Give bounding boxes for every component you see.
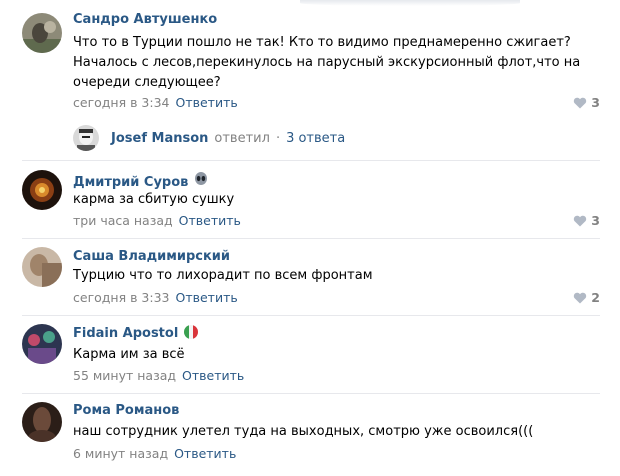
author-name[interactable]: Сандро Автушенко: [73, 12, 217, 27]
reply-author-name[interactable]: Josef Manson: [111, 131, 208, 146]
divider: [22, 238, 600, 239]
italy-flag-icon: [184, 325, 199, 339]
separator-dot: ·: [275, 130, 281, 146]
comment-text-line: наш сотрудник улетел туда на выходных, с…: [73, 424, 534, 439]
comment-text-line: Карма им за всё: [73, 347, 185, 362]
comment-text-line: карма за сбитую сушку: [73, 192, 235, 207]
author-link[interactable]: Fidain Apostol: [73, 326, 178, 341]
comment-meta: 6 минут назад Ответить: [73, 446, 236, 461]
comment-meta: сегодня в 3:33 Ответить: [73, 290, 238, 305]
heart-icon: [574, 97, 587, 108]
heart-icon: [574, 292, 587, 303]
reply-avatar[interactable]: [73, 125, 99, 151]
reply-verb: ответил: [214, 130, 270, 146]
reply-button[interactable]: Ответить: [174, 446, 236, 461]
avatar[interactable]: [22, 13, 62, 53]
like-button[interactable]: 3: [573, 95, 600, 110]
comment-text-line: очереди следующее?: [73, 75, 221, 90]
avatar[interactable]: [22, 402, 62, 442]
comment-meta: сегодня в 3:34 Ответить: [73, 95, 238, 110]
author-link[interactable]: Дмитрий Суров: [73, 175, 188, 190]
replies-count-link[interactable]: 3 ответа: [286, 131, 345, 146]
avatar[interactable]: [22, 170, 62, 210]
like-count: 3: [591, 213, 600, 228]
comment-time[interactable]: 55 минут назад: [73, 368, 176, 383]
like-button[interactable]: 2: [573, 290, 600, 305]
author-name[interactable]: Саша Владимирский: [73, 249, 230, 264]
reply-button[interactable]: Ответить: [182, 368, 244, 383]
heart-icon: [574, 215, 587, 226]
reply-button[interactable]: Ответить: [176, 290, 238, 305]
comment-meta: 55 минут назад Ответить: [73, 368, 244, 383]
replies-preview[interactable]: Josef Manson ответил · 3 ответа: [73, 124, 345, 152]
reply-button[interactable]: Ответить: [179, 213, 241, 228]
comment-meta: три часа назад Ответить: [73, 213, 241, 228]
author-name[interactable]: Рома Романов: [73, 403, 179, 418]
avatar[interactable]: [22, 324, 62, 364]
comment-text-line: Что то в Турции пошло не так! Кто то вид…: [73, 35, 571, 50]
author-name: Fidain Apostol: [73, 325, 199, 341]
comment-time[interactable]: 6 минут назад: [73, 446, 168, 461]
divider: [22, 160, 600, 161]
like-count: 2: [591, 290, 600, 305]
comment-time[interactable]: сегодня в 3:34: [73, 95, 170, 110]
reply-button[interactable]: Ответить: [176, 95, 238, 110]
comment-text-line: Началось с лесов,перекинулось на парусны…: [73, 55, 581, 70]
avatar[interactable]: [22, 247, 62, 287]
comment-text-line: Турцию что то лихорадит по всем фронтам: [73, 268, 373, 283]
top-shadow: [300, 0, 520, 6]
author-name: Дмитрий Суров: [73, 172, 208, 190]
divider: [22, 315, 600, 316]
comment-time[interactable]: сегодня в 3:33: [73, 290, 170, 305]
comment-time[interactable]: три часа назад: [73, 213, 173, 228]
like-button[interactable]: 3: [573, 213, 600, 228]
divider: [22, 393, 600, 394]
alien-emoji-icon: [194, 172, 208, 189]
like-count: 3: [591, 95, 600, 110]
